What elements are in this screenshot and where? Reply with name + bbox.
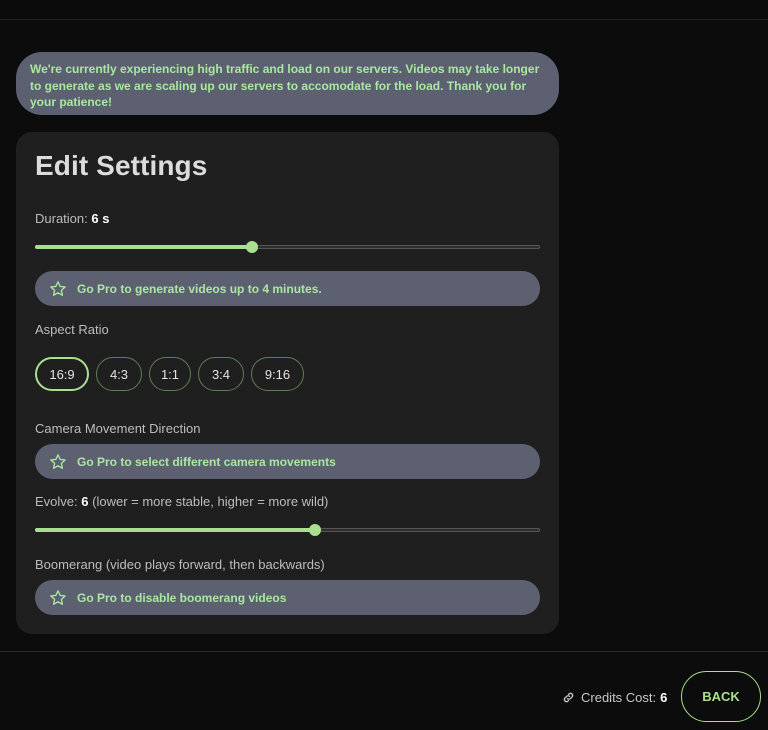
top-bar (0, 0, 768, 20)
page-title: Edit Settings (35, 150, 208, 181)
go-pro-camera-banner[interactable]: Go Pro to select different camera moveme… (35, 444, 540, 479)
aspect-option-4-3[interactable]: 4:3 (96, 357, 142, 391)
star-icon (50, 280, 66, 296)
camera-movement-label: Camera Movement Direction (35, 421, 201, 436)
evolve-slider[interactable] (35, 524, 540, 536)
slider-thumb[interactable] (246, 241, 259, 253)
aspect-option-16-9[interactable]: 16:9 (35, 357, 89, 391)
slider-fill (35, 528, 316, 532)
aspect-ratio-group: 16:9 4:3 1:1 3:4 9:16 (35, 357, 304, 391)
footer-divider (0, 651, 768, 652)
star-icon (50, 453, 66, 469)
evolve-label: Evolve: 6 (lower = more stable, higher =… (35, 494, 329, 509)
duration-slider[interactable] (35, 241, 540, 253)
aspect-option-3-4[interactable]: 3:4 (198, 357, 244, 391)
go-pro-boomerang-banner[interactable]: Go Pro to disable boomerang videos (35, 580, 540, 615)
back-button[interactable]: BACK (681, 671, 761, 722)
duration-value: 6 s (91, 211, 110, 226)
credits-value: 6 (660, 690, 668, 705)
settings-card: Edit Settings Duration: 6 s Go Pro to ge… (16, 132, 559, 634)
traffic-notice: We're currently experiencing high traffi… (16, 52, 559, 115)
link-icon (563, 692, 574, 703)
aspect-ratio-label: Aspect Ratio (35, 322, 109, 337)
credits-cost: Credits Cost: 6 (562, 690, 667, 705)
slider-thumb[interactable] (309, 524, 322, 536)
aspect-option-1-1[interactable]: 1:1 (149, 357, 191, 391)
boomerang-label: Boomerang (video plays forward, then bac… (35, 557, 325, 572)
slider-fill (35, 245, 253, 249)
duration-label: Duration: 6 s (35, 211, 110, 226)
aspect-option-9-16[interactable]: 9:16 (251, 357, 304, 391)
evolve-value: 6 (81, 494, 89, 509)
star-icon (50, 589, 66, 605)
go-pro-duration-banner[interactable]: Go Pro to generate videos up to 4 minute… (35, 271, 540, 306)
